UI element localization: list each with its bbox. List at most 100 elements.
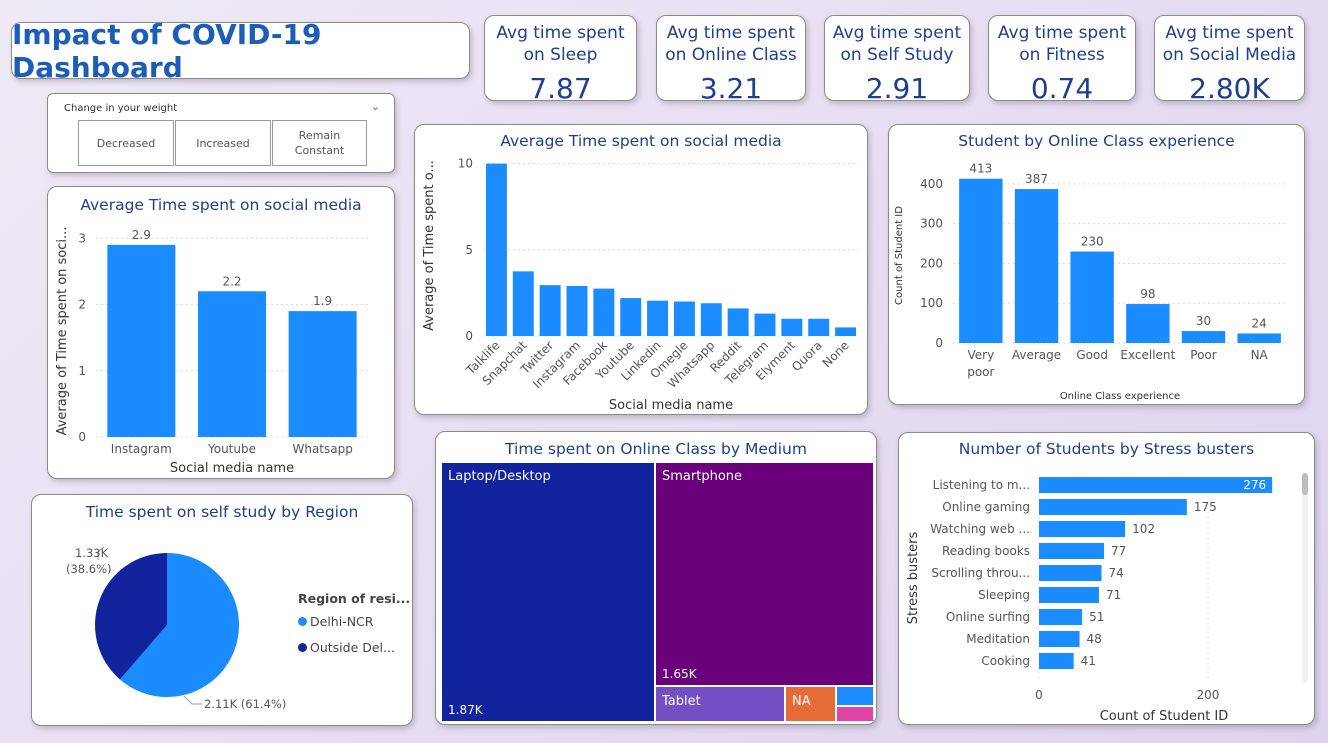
bar (959, 178, 1003, 343)
y-tick-label: 1 (78, 364, 86, 378)
y-tick-label: 0 (78, 430, 86, 444)
bar (1126, 304, 1170, 343)
dashboard-title-card: Impact of COVID-19 Dashboard (11, 22, 470, 79)
y-tick-label: Watching web ... (930, 522, 1030, 536)
kpi-label: on Sleep (523, 45, 598, 65)
treemap-cell-small-a[interactable] (836, 686, 874, 706)
bar (620, 298, 642, 336)
treemap-cell-na[interactable]: NA (785, 686, 836, 722)
y-tick-label: 200 (920, 256, 943, 270)
bar (727, 308, 749, 336)
slicer-option-label: Decreased (96, 136, 156, 150)
self-study-region-chart: Time spent on self study by Region 2.11K… (31, 494, 413, 726)
x-tick-label: Quora (789, 338, 825, 374)
slicer-option-increased[interactable]: Increased (175, 120, 271, 166)
x-tick-label: Whatsapp (292, 442, 352, 456)
y-tick-label: Reading books (942, 544, 1030, 558)
social-media-small-svg: 0 1 2 3 2.9 Instagram 2.2 Youtube 1.9 Whatsapp Soc… (55, 227, 368, 476)
kpi-label: Avg time spent (666, 23, 796, 43)
bar (1039, 587, 1099, 603)
kpi-label: on Online Class (665, 45, 797, 65)
treemap-cell-tablet[interactable]: Tablet (655, 686, 785, 722)
bar (566, 286, 588, 336)
bar (1039, 631, 1080, 647)
legend-item-delhi[interactable]: Delhi-NCR (298, 614, 373, 629)
slicer-option-label: Remain (298, 129, 341, 142)
legend-item-outside-delhi[interactable]: Outside Del... (298, 640, 395, 655)
data-label: 1.9 (313, 294, 332, 308)
x-tick-label: poor (967, 365, 994, 379)
treemap-cell-laptop[interactable]: Laptop/Desktop 1.87K (441, 462, 655, 722)
bar (781, 318, 803, 336)
pie-data-label: (38.6%) (66, 562, 112, 576)
kpi-label: Avg time spent (1165, 23, 1294, 43)
x-tick-label: Average (1012, 348, 1061, 362)
bar (673, 301, 695, 336)
data-label: 41 (1081, 654, 1096, 668)
y-axis-title: Average of Time spent on soci... (55, 227, 70, 436)
legend-title: Region of resi... (298, 591, 411, 606)
bar (1237, 333, 1281, 343)
bar (1039, 499, 1187, 515)
kpi-label: on Fitness (1019, 45, 1105, 65)
y-tick-label: 0 (465, 329, 473, 343)
bar (1070, 251, 1114, 343)
dashboard-title: Impact of COVID-19 Dashboard (12, 22, 322, 79)
bar (1039, 543, 1105, 559)
y-tick-label: 2 (78, 298, 86, 312)
x-tick-label: Instagram (111, 442, 172, 456)
bar (288, 311, 357, 437)
x-tick-label: NA (1251, 348, 1269, 362)
x-tick-label: Very (967, 348, 994, 362)
self-study-region-svg: 2.11K (61.4%) 1.33K (38.6%) (66, 546, 286, 711)
slicer-option-decreased[interactable]: Decreased (78, 120, 174, 166)
slicer-option-remain-constant[interactable]: Remain Constant (272, 120, 367, 166)
bar (754, 313, 776, 336)
data-label: 30 (1196, 314, 1211, 328)
treemap-cell-small-b[interactable] (836, 706, 874, 722)
scrollbar[interactable] (1302, 473, 1308, 683)
x-axis-title: Count of Student ID (1100, 709, 1229, 724)
y-tick-label: Sleeping (978, 588, 1030, 602)
legend-marker (298, 617, 307, 626)
kpi-label: Avg time spent (997, 23, 1127, 43)
leader-line (183, 695, 202, 705)
treemap-cell-smartphone[interactable]: Smartphone 1.65K (655, 462, 874, 686)
bar (647, 300, 669, 336)
bar (593, 288, 615, 336)
data-label: 387 (1025, 172, 1048, 186)
chevron-down-icon[interactable]: ⌄ (371, 100, 380, 113)
y-tick-label: 10 (458, 157, 473, 171)
social-media-all-chart: Average Time spent on social media 0 5 10 T… (414, 124, 868, 415)
treemap-value: 1.87K (448, 703, 483, 717)
y-axis-title: Average of Time spent o... (422, 160, 437, 331)
bar (1039, 565, 1102, 581)
legend-label: Delhi-NCR (310, 614, 374, 629)
data-label: 413 (969, 162, 992, 176)
y-tick-label: Meditation (966, 632, 1030, 646)
treemap-label: Laptop/Desktop (448, 469, 551, 484)
data-label: 2.9 (132, 228, 151, 242)
x-axis-title: Online Class experience (1060, 391, 1180, 402)
y-tick-label: Scrolling throu... (931, 566, 1030, 580)
pie-data-label: 2.11K (61.4%) (204, 697, 286, 711)
treemap-label: NA (792, 694, 811, 709)
kpi-label: on Self Study (840, 45, 954, 65)
stress-busters-svg: 0 200 Listening to m... 276 Online gaming 175… (906, 477, 1273, 724)
scrollbar-thumb[interactable] (1302, 473, 1308, 495)
bar (107, 244, 176, 437)
y-tick-label: 300 (920, 217, 943, 231)
kpi-card-self-study: Avg time spent on Self Study 2.91 (824, 15, 970, 101)
online-class-experience-chart: Student by Online Class experience 0 100 2… (888, 124, 1305, 405)
data-label: 98 (1140, 287, 1155, 301)
kpi-label: Avg time spent (832, 23, 962, 43)
bar (485, 163, 507, 336)
bar (1181, 331, 1226, 343)
legend-label: Outside Del... (310, 640, 395, 655)
data-label: 48 (1087, 632, 1102, 646)
y-tick-label: 0 (935, 336, 943, 350)
kpi-value: 7.87 (529, 72, 592, 101)
bar (700, 303, 722, 336)
kpi-label: on Social Media (1162, 45, 1297, 65)
data-label: 24 (1252, 316, 1267, 330)
